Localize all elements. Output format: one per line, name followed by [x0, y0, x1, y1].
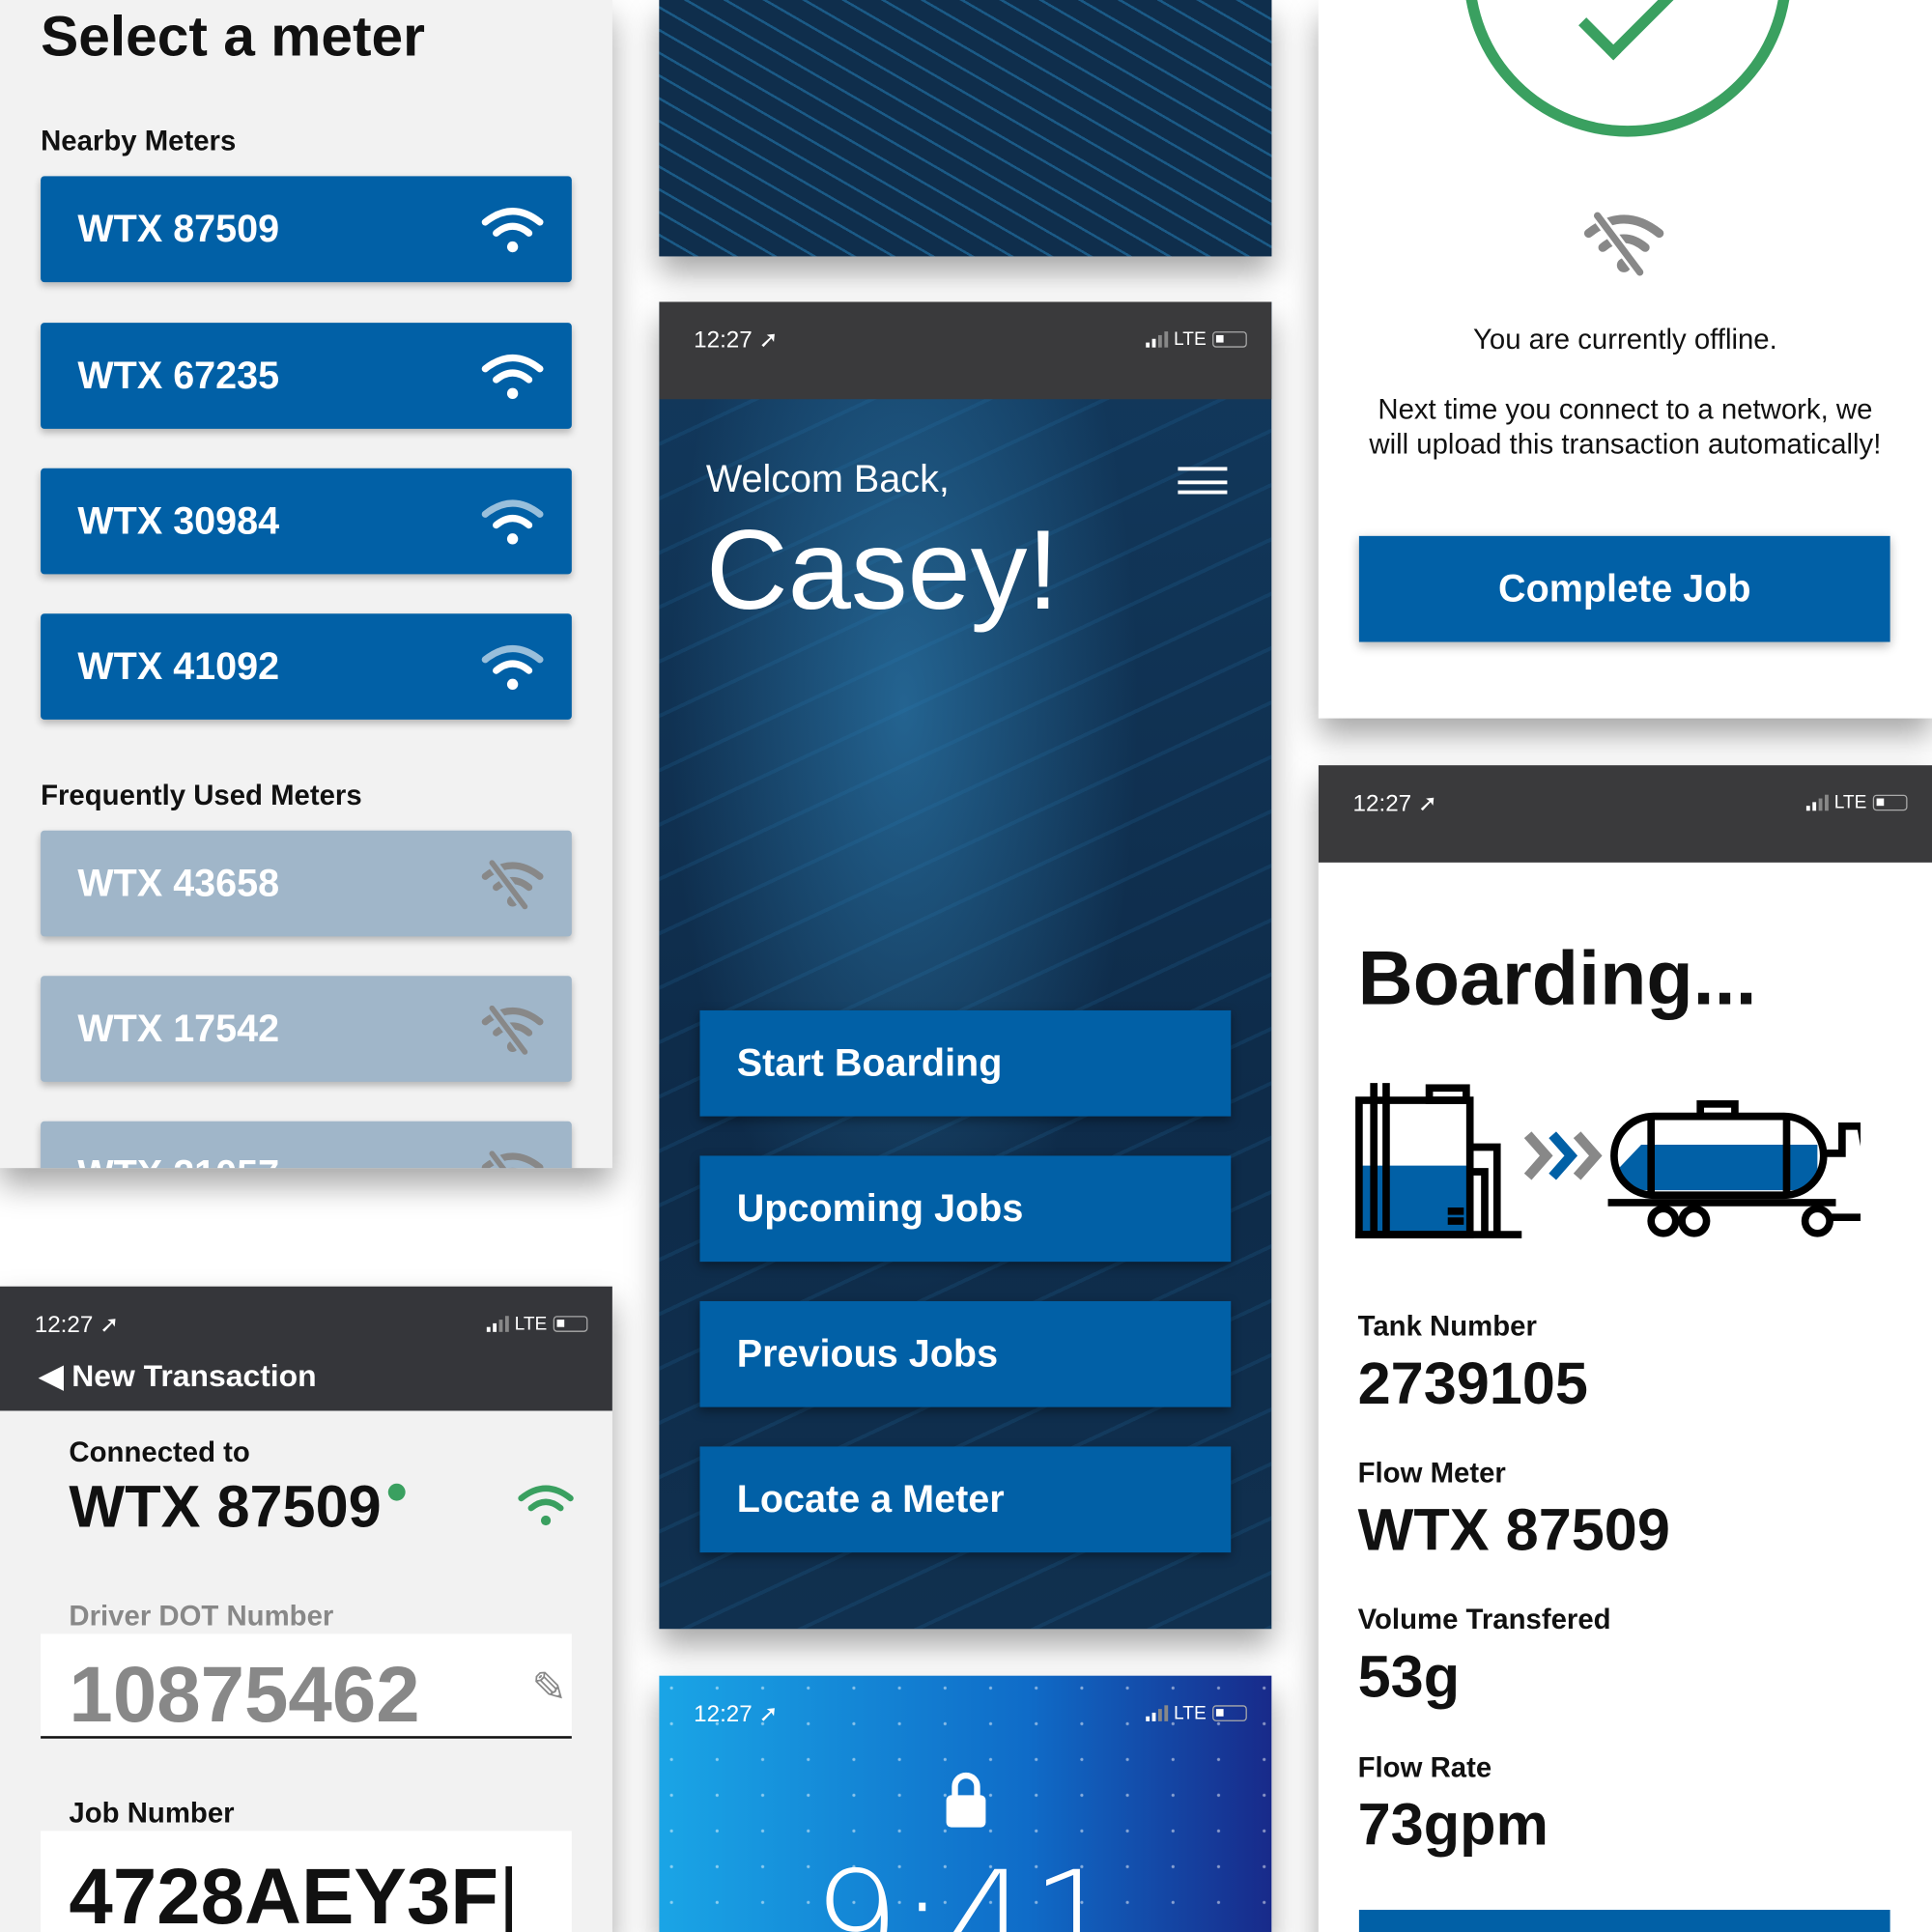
select-meter-screen: Select a meter Nearby Meters WTX 87509 WT…: [0, 0, 612, 1169]
wifi-icon: [518, 1485, 574, 1526]
wifi-off-icon: [481, 860, 544, 910]
signal-icon: [486, 1315, 509, 1332]
home-button-locate-a-meter[interactable]: Locate a Meter: [699, 1446, 1232, 1553]
meter-name: WTX 87509: [77, 207, 280, 250]
nearby-label: Nearby Meters: [41, 124, 237, 156]
job-number-field[interactable]: 4728AEY3F|: [41, 1831, 572, 1932]
status-time: 12:27: [694, 1701, 753, 1728]
status-time: 12:27: [694, 327, 753, 355]
back-arrow-icon: ◀: [39, 1358, 64, 1394]
battery-icon: [1872, 794, 1908, 811]
meter-button[interactable]: WTX 21057: [41, 1121, 572, 1169]
signal-icon: [1145, 330, 1168, 348]
volume-label: Volume Transfered: [1357, 1603, 1611, 1635]
home-button-previous-jobs[interactable]: Previous Jobs: [699, 1300, 1232, 1407]
offline-message: You are currently offline.: [1473, 323, 1777, 355]
signal-icon: [1145, 1704, 1168, 1721]
back-button[interactable]: ◀ New Transaction: [40, 1358, 317, 1395]
wifi-off-icon: [481, 1005, 544, 1055]
lock-screen: 12:27 ➚ LTE 9:41: [659, 1675, 1272, 1932]
meter-button[interactable]: WTX 17542: [41, 976, 572, 1082]
network-label: LTE: [1174, 1702, 1207, 1724]
dot-value: 10875462: [69, 1649, 420, 1739]
page-title: Select a meter: [41, 3, 426, 69]
connected-dot-icon: [388, 1483, 407, 1501]
back-label: New Transaction: [71, 1358, 317, 1394]
chevrons-icon: [1523, 1131, 1603, 1180]
edit-pencil-icon[interactable]: ✎: [531, 1663, 566, 1713]
lock-clock: 9:41: [812, 1841, 1118, 1932]
transaction-screen: 12:27 ➚ LTE ◀ New Transaction Connected …: [0, 1286, 612, 1932]
meter-value: WTX 87509: [1357, 1498, 1670, 1564]
rate-value: 73gpm: [1357, 1792, 1548, 1859]
offline-screen: You are currently offline. Next time you…: [1318, 0, 1932, 719]
volume-value: 53g: [1357, 1644, 1461, 1711]
tank-to-truck-illustration: [1355, 1083, 1861, 1238]
home-button-upcoming-jobs[interactable]: Upcoming Jobs: [699, 1155, 1232, 1263]
connected-meter: WTX 87509: [69, 1474, 407, 1542]
greeting: Welcom Back,: [705, 457, 950, 500]
battery-icon: [1212, 1705, 1247, 1721]
frequent-label: Frequently Used Meters: [41, 779, 362, 811]
platform-image: [659, 0, 1272, 257]
meter-label: Flow Meter: [1357, 1456, 1506, 1489]
storage-tank-icon: [1355, 1083, 1522, 1238]
wifi-weak-icon: [481, 645, 544, 691]
menu-icon[interactable]: [1178, 467, 1228, 495]
dot-number-field[interactable]: 10875462 ✎: [41, 1634, 572, 1739]
wifi-icon: [481, 355, 544, 399]
meter-button[interactable]: WTX 41092: [41, 613, 572, 720]
complete-job-button[interactable]: Complete Job: [1358, 535, 1890, 642]
tank-value: 2739105: [1357, 1351, 1588, 1417]
user-name: Casey!: [705, 507, 1060, 634]
network-label: LTE: [514, 1313, 548, 1335]
wifi-icon: [481, 208, 544, 253]
meter-name: WTX 17542: [77, 1007, 280, 1050]
tanker-truck-icon: [1607, 1100, 1861, 1237]
boarding-action-button[interactable]: [1358, 1910, 1890, 1932]
network-label: LTE: [1174, 328, 1207, 351]
status-bar: 12:27 ➚ LTE: [1318, 765, 1932, 863]
status-bar: 12:27 ➚ LTE: [659, 301, 1272, 400]
meter-button[interactable]: WTX 43658: [41, 830, 572, 937]
wifi-off-icon: [481, 1151, 544, 1169]
status-time: 12:27: [1352, 790, 1412, 817]
meter-name: WTX 30984: [77, 498, 280, 543]
offline-detail: Next time you connect to a network, we w…: [1369, 392, 1882, 460]
lock-icon: [946, 1772, 986, 1828]
home-screen: 12:27 ➚ LTE Welcom Back, Casey! Start Bo…: [659, 301, 1272, 1630]
tank-label: Tank Number: [1357, 1309, 1537, 1343]
job-value: 4728AEY3F|: [69, 1852, 520, 1932]
connected-label: Connected to: [69, 1435, 250, 1468]
meter-button[interactable]: WTX 30984: [41, 468, 572, 575]
status-time: 12:27 ➚: [34, 1312, 120, 1339]
meter-button[interactable]: WTX 87509: [41, 176, 572, 283]
meter-name: WTX 41092: [77, 644, 280, 688]
home-button-start-boarding[interactable]: Start Boarding: [699, 1009, 1232, 1117]
meter-name: WTX 43658: [77, 861, 280, 905]
boarding-screen: 12:27 ➚ LTE Boarding... Tank Number 2739…: [1318, 765, 1932, 1932]
signal-icon: [1805, 794, 1829, 810]
dot-label: Driver DOT Number: [69, 1599, 334, 1632]
status-bar: 12:27 ➚ LTE ◀ New Transaction: [0, 1286, 612, 1411]
meter-button[interactable]: WTX 67235: [41, 323, 572, 429]
meter-name: WTX 67235: [77, 354, 280, 397]
meter-name: WTX 21057: [77, 1152, 279, 1169]
network-label: LTE: [1833, 792, 1867, 813]
wifi-off-icon: [1583, 212, 1664, 276]
wifi-weak-icon: [481, 499, 544, 545]
rate-label: Flow Rate: [1357, 1750, 1492, 1783]
job-label: Job Number: [69, 1796, 235, 1829]
battery-icon: [1212, 331, 1247, 348]
battery-icon: [553, 1316, 588, 1332]
boarding-title: Boarding...: [1357, 936, 1757, 1022]
